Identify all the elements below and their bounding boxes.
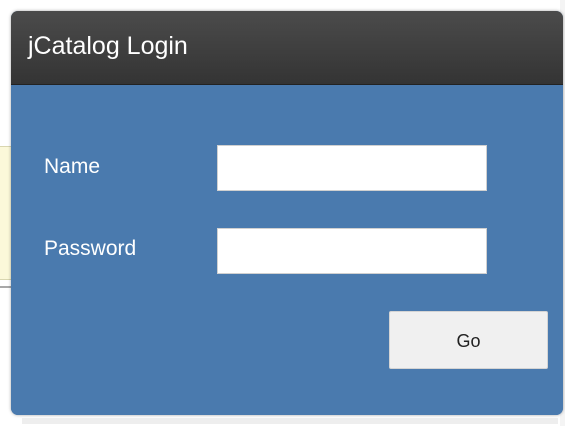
password-label: Password <box>44 237 137 260</box>
name-label: Name <box>44 155 101 178</box>
name-field[interactable] <box>217 145 487 191</box>
login-form: Name Password Go <box>11 85 563 415</box>
password-field[interactable] <box>217 228 487 274</box>
background-footer-edge <box>22 418 558 424</box>
login-dialog: jCatalog Login Name Password Go <box>11 11 563 415</box>
page-background: jCatalog Login Name Password Go <box>0 0 565 426</box>
dialog-header: jCatalog Login <box>11 11 563 85</box>
dialog-title: jCatalog Login <box>28 32 188 60</box>
go-button[interactable]: Go <box>389 311 548 369</box>
